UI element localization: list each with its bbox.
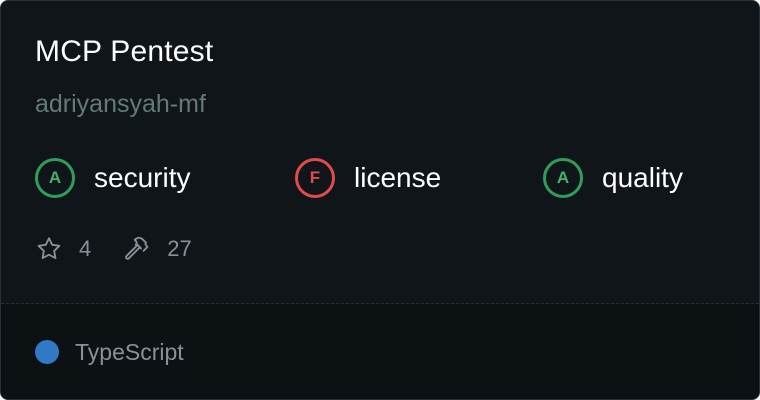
license-grade-badge: F — [295, 158, 335, 198]
security-grade-badge: A — [35, 158, 75, 198]
tools-stat: 27 — [123, 235, 192, 263]
security-label: security — [94, 162, 191, 193]
license-label: license — [354, 162, 442, 193]
repo-stats: 4 27 — [35, 232, 192, 266]
score-quality: A quality — [543, 156, 683, 200]
language-color-dot — [35, 340, 59, 364]
repo-title[interactable]: MCP Pentest — [35, 35, 213, 69]
language-name: TypeScript — [75, 338, 184, 365]
score-license: F license — [295, 156, 441, 200]
quality-grade-badge: A — [543, 158, 583, 198]
quality-label: quality — [602, 162, 683, 193]
repo-card[interactable]: MCP Pentest adriyansyah-mf A security F … — [0, 0, 760, 400]
stars-count: 4 — [79, 236, 92, 261]
repo-author[interactable]: adriyansyah-mf — [35, 90, 206, 119]
language-indicator: TypeScript — [35, 338, 184, 366]
tools-count: 27 — [167, 236, 192, 261]
hammer-icon — [123, 235, 151, 263]
score-security: A security — [35, 156, 190, 200]
star-icon — [35, 235, 63, 263]
stars-stat: 4 — [35, 235, 91, 263]
